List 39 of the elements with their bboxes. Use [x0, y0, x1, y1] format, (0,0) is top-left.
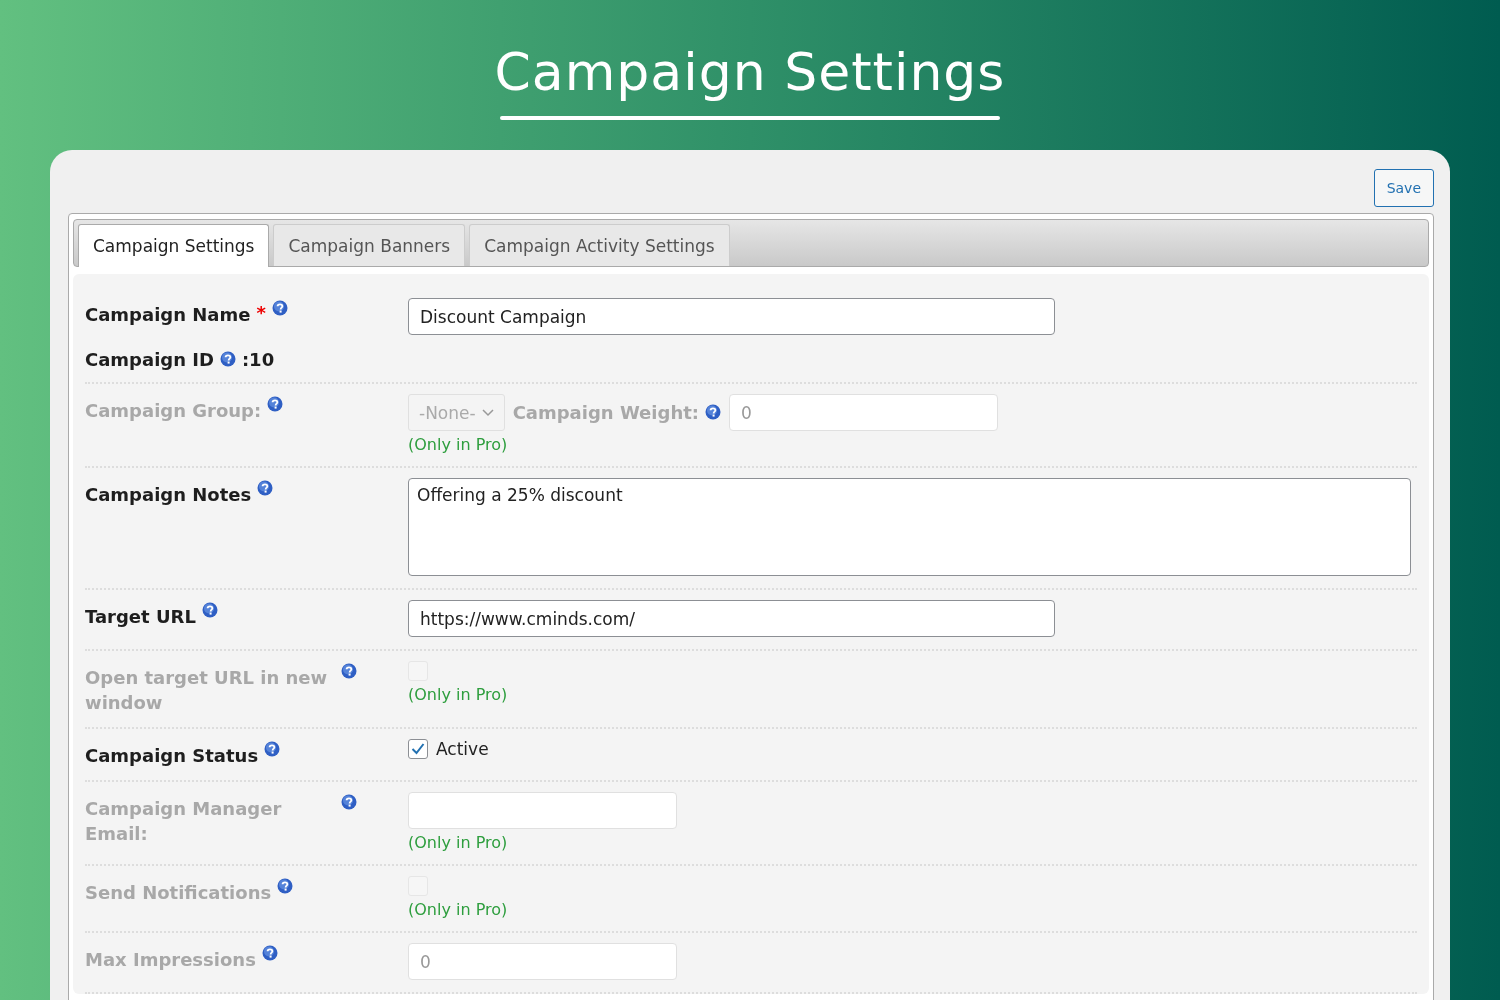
pro-note: (Only in Pro): [408, 685, 508, 704]
pro-note: (Only in Pro): [408, 900, 508, 919]
field-label: Campaign ID: [85, 349, 214, 370]
field-label: Max Impressions: [85, 948, 256, 972]
help-icon[interactable]: [341, 794, 357, 810]
help-icon[interactable]: [261, 945, 278, 961]
help-icon[interactable]: [705, 403, 721, 420]
checkbox[interactable]: [408, 739, 428, 759]
field-label: Campaign Weight:: [512, 402, 699, 423]
field-label: Campaign Name: [85, 303, 251, 327]
save-button[interactable]: Save: [1373, 169, 1434, 207]
field-label: Open target URL in new window: [85, 666, 329, 715]
help-icon[interactable]: [201, 602, 218, 618]
input-field[interactable]: Discount Campaign: [408, 298, 1055, 335]
field-label: Campaign Status: [85, 744, 259, 768]
tab[interactable]: Campaign Settings: [78, 224, 270, 267]
input-field[interactable]: https://www.cminds.com/: [408, 600, 1055, 637]
page-title: Campaign Settings: [494, 41, 1006, 104]
tab[interactable]: Campaign Banners: [273, 224, 466, 266]
field-label: Target URL: [85, 605, 196, 629]
help-icon[interactable]: [277, 878, 294, 894]
help-icon[interactable]: [257, 480, 274, 496]
field-label: Campaign Manager Email:: [85, 797, 283, 846]
pro-note: (Only in Pro): [408, 435, 508, 454]
notes-textarea[interactable]: Offering a 25% discount: [408, 478, 1411, 576]
help-icon[interactable]: [267, 396, 284, 412]
help-icon[interactable]: [341, 663, 357, 679]
help-icon[interactable]: [219, 350, 236, 367]
campaign-id: :10: [241, 349, 275, 370]
field-label: Send Notifications: [85, 881, 272, 905]
chevron-icon: [481, 408, 494, 417]
checkbox-label: Active: [436, 739, 489, 759]
help-icon[interactable]: [271, 300, 288, 316]
pro-note: (Only in Pro): [408, 833, 508, 852]
required-mark: *: [256, 302, 266, 323]
help-icon[interactable]: [264, 741, 281, 757]
tab[interactable]: Campaign Activity Settings: [469, 224, 730, 266]
field-label: Campaign Group:: [85, 399, 262, 423]
field-label: Campaign Notes: [85, 483, 252, 507]
